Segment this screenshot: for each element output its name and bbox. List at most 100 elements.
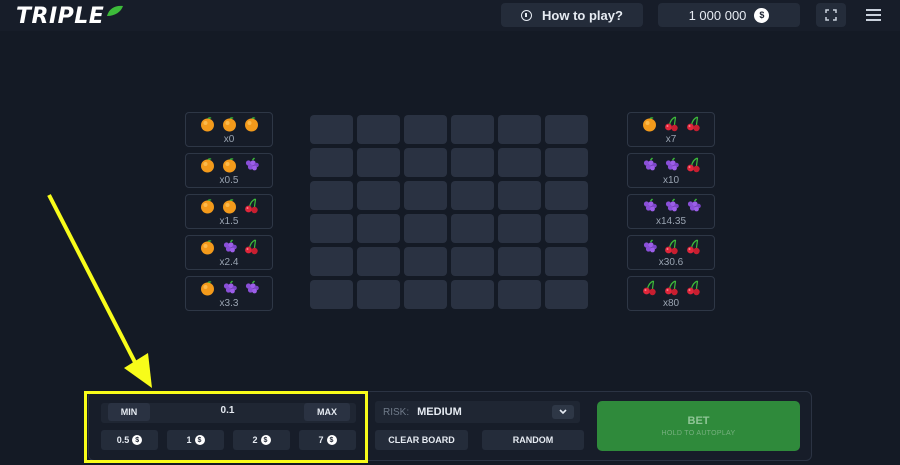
board-cell[interactable]: [310, 280, 353, 309]
paytable-combo: [199, 198, 260, 214]
board-cell[interactable]: [545, 148, 588, 177]
paytable-multiplier: x2.4: [219, 257, 239, 268]
logo-text: TRIPLE: [16, 3, 105, 29]
orange-icon: [222, 199, 236, 214]
paytable-entry: x80: [627, 276, 715, 311]
paytable-right: x7 x10 x14.35 x30.6 x80: [627, 112, 715, 317]
paytable-entry: x14.35: [627, 194, 715, 229]
paytable-multiplier: x80: [662, 298, 680, 309]
board-cell[interactable]: [310, 115, 353, 144]
board-cell[interactable]: [498, 148, 541, 177]
game-board: [310, 115, 588, 309]
board-cell[interactable]: [357, 148, 400, 177]
paytable-multiplier: x1.5: [219, 216, 239, 227]
board-cell[interactable]: [451, 247, 494, 276]
random-button[interactable]: RANDOM: [482, 430, 584, 450]
paytable-combo: [641, 280, 702, 296]
grapes-icon: [665, 157, 679, 171]
currency-icon: $: [754, 7, 770, 23]
cherries-icon: [664, 239, 678, 255]
paytable-entry: x0: [185, 112, 273, 147]
board-cell[interactable]: [498, 214, 541, 243]
paytable-combo: [199, 116, 260, 132]
orange-icon: [642, 117, 656, 132]
board-cell[interactable]: [357, 181, 400, 210]
grapes-icon: [245, 280, 259, 294]
cherries-icon: [664, 280, 678, 296]
top-bar: TRIPLE How to play? 1 000 000 $: [0, 0, 900, 31]
paytable-multiplier: x30.6: [658, 257, 684, 268]
board-cell[interactable]: [545, 115, 588, 144]
grapes-icon: [687, 198, 701, 212]
board-cell[interactable]: [310, 181, 353, 210]
hamburger-icon-line: [865, 14, 881, 16]
risk-value: MEDIUM: [417, 406, 462, 418]
bet-button[interactable]: BET HOLD TO AUTOPLAY: [597, 401, 800, 451]
board-cell[interactable]: [404, 181, 447, 210]
paytable-left: x0 x0.5 x1.5 x2.4 x3.3: [185, 112, 273, 317]
cherries-icon: [686, 116, 700, 132]
board-cell[interactable]: [498, 280, 541, 309]
paytable-combo: [641, 198, 702, 214]
board-cell[interactable]: [545, 280, 588, 309]
hamburger-icon-line: [865, 19, 881, 21]
paytable-combo: [641, 116, 702, 132]
board-cell[interactable]: [451, 181, 494, 210]
cherries-icon: [686, 239, 700, 255]
board-cell[interactable]: [498, 115, 541, 144]
board-cell[interactable]: [451, 214, 494, 243]
orange-icon: [244, 117, 258, 132]
board-cell[interactable]: [451, 280, 494, 309]
board-cell[interactable]: [310, 247, 353, 276]
board-cell[interactable]: [545, 214, 588, 243]
grapes-icon: [643, 239, 657, 253]
board-cell[interactable]: [310, 148, 353, 177]
board-cell[interactable]: [545, 247, 588, 276]
annotation-highlight-box: [84, 391, 368, 463]
board-cell[interactable]: [404, 247, 447, 276]
paytable-entry: x7: [627, 112, 715, 147]
board-cell[interactable]: [404, 280, 447, 309]
menu-button[interactable]: [858, 5, 888, 25]
paytable-entry: x0.5: [185, 153, 273, 188]
board-cell[interactable]: [451, 115, 494, 144]
cherries-icon: [244, 198, 258, 214]
board-cell[interactable]: [498, 181, 541, 210]
board-cell[interactable]: [357, 115, 400, 144]
orange-icon: [200, 281, 214, 296]
paytable-multiplier: x0: [223, 134, 235, 145]
paytable-combo: [199, 239, 260, 255]
cherries-icon: [686, 280, 700, 296]
fullscreen-button[interactable]: [816, 3, 846, 27]
logo: TRIPLE: [16, 3, 124, 29]
paytable-entry: x10: [627, 153, 715, 188]
board-cell[interactable]: [357, 247, 400, 276]
orange-icon: [200, 199, 214, 214]
grapes-icon: [223, 239, 237, 253]
orange-icon: [200, 240, 214, 255]
chevron-down-icon[interactable]: [552, 405, 574, 419]
fullscreen-icon: [825, 9, 837, 21]
board-cell[interactable]: [451, 148, 494, 177]
risk-select[interactable]: RISK: MEDIUM: [375, 401, 580, 423]
board-cell[interactable]: [404, 148, 447, 177]
board-cell[interactable]: [404, 115, 447, 144]
cherries-icon: [642, 280, 656, 296]
board-cell[interactable]: [357, 214, 400, 243]
board-cell[interactable]: [545, 181, 588, 210]
board-cell[interactable]: [404, 214, 447, 243]
paytable-entry: x30.6: [627, 235, 715, 270]
orange-icon: [200, 158, 214, 173]
paytable-multiplier: x0.5: [219, 175, 239, 186]
board-cell[interactable]: [498, 247, 541, 276]
balance-display: 1 000 000 $: [658, 3, 800, 27]
paytable-multiplier: x14.35: [655, 216, 687, 227]
autoplay-hint: HOLD TO AUTOPLAY: [661, 430, 736, 437]
how-to-play-button[interactable]: How to play?: [501, 3, 643, 27]
paytable-combo: [641, 157, 702, 173]
clear-board-button[interactable]: CLEAR BOARD: [375, 430, 468, 450]
info-icon: [521, 9, 533, 21]
paytable-entry: x3.3: [185, 276, 273, 311]
board-cell[interactable]: [310, 214, 353, 243]
board-cell[interactable]: [357, 280, 400, 309]
